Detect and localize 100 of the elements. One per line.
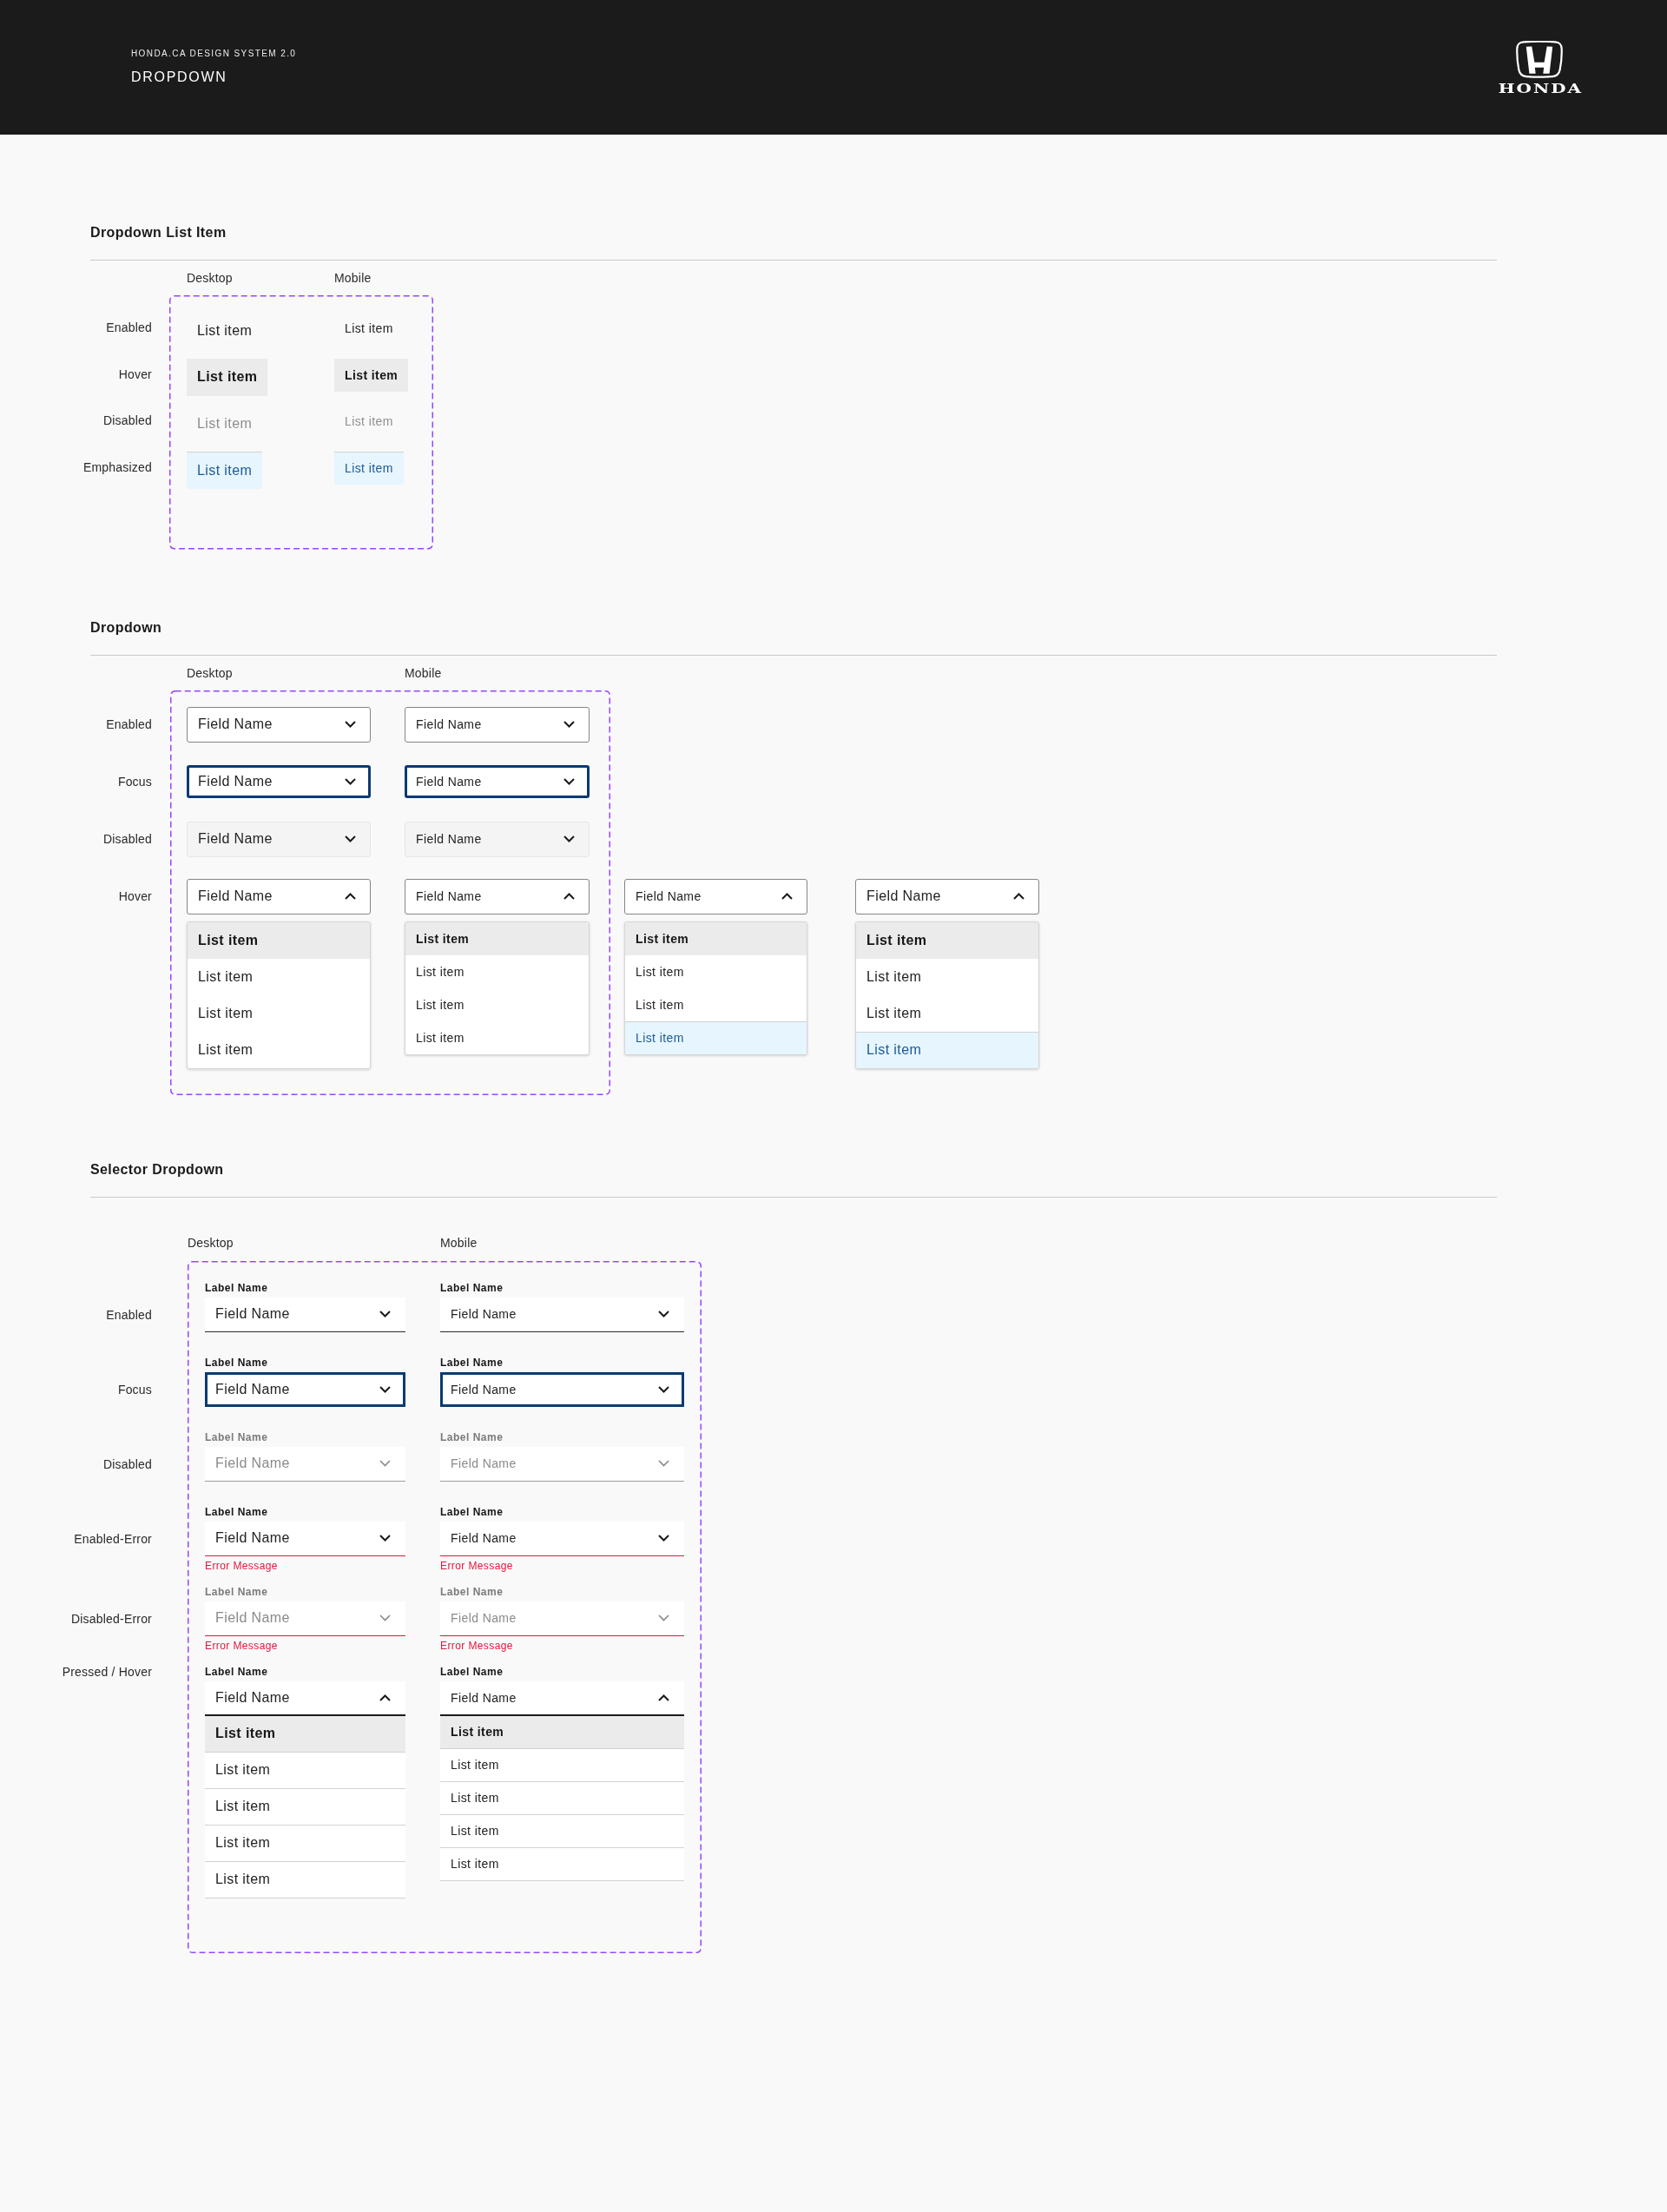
field-label: Label Name <box>440 1586 504 1598</box>
state-label: Enabled <box>106 1306 152 1323</box>
error-message: Error Message <box>205 1559 278 1572</box>
menu-option[interactable]: List item <box>205 1752 405 1789</box>
chevron-down-icon <box>658 1535 669 1542</box>
chevron-down-icon <box>563 835 575 842</box>
column-heading: Desktop <box>188 1234 234 1251</box>
list-item[interactable]: List item <box>334 451 404 485</box>
chevron-down-icon <box>379 1535 391 1542</box>
menu-option[interactable]: List item <box>188 921 370 959</box>
menu-option[interactable]: List item <box>188 958 370 995</box>
menu-option[interactable]: List item <box>856 958 1038 995</box>
dropdown-field[interactable]: Field Name <box>187 878 371 915</box>
chevron-up-icon <box>379 1694 391 1701</box>
menu-option[interactable]: List item <box>205 1788 405 1826</box>
selector-field[interactable]: Field Name <box>205 1521 405 1556</box>
selector-field[interactable]: Field Name <box>205 1371 405 1407</box>
state-label: Focus <box>117 1381 152 1397</box>
list-item[interactable]: List item <box>334 358 409 392</box>
dropdown-field[interactable]: Field Name <box>187 765 371 798</box>
field-label: Label Name <box>440 1666 504 1678</box>
chevron-up-icon <box>1013 893 1025 900</box>
section-title: Selector Dropdown <box>90 1160 224 1179</box>
field-label: Label Name <box>205 1666 268 1678</box>
menu-option[interactable]: List item <box>405 987 589 1021</box>
column-heading: Desktop <box>187 270 233 287</box>
menu-option[interactable]: List item <box>188 994 370 1032</box>
chevron-down-icon <box>379 1460 391 1467</box>
state-label: Emphasized <box>82 459 152 475</box>
list-item[interactable]: List item <box>187 451 263 489</box>
menu-option[interactable]: List item <box>405 954 589 988</box>
menu-option[interactable]: List item <box>188 1031 370 1068</box>
section-title: Dropdown List Item <box>90 224 227 241</box>
dropdown-field[interactable]: Field Name <box>405 878 590 915</box>
menu-option[interactable]: List item <box>440 1814 684 1848</box>
selector-field[interactable]: Field Name <box>205 1680 405 1716</box>
logo-wordmark: HONDA <box>1497 83 1583 95</box>
state-label: Enabled-Error <box>74 1530 152 1547</box>
selector-field[interactable]: Field Name <box>440 1371 684 1407</box>
column-heading: Desktop <box>187 664 233 682</box>
menu-option[interactable]: List item <box>856 994 1038 1032</box>
state-label: Enabled <box>106 716 152 732</box>
chevron-up-icon <box>658 1694 669 1701</box>
chevron-up-icon <box>345 893 356 900</box>
menu-option[interactable]: List item <box>856 921 1038 959</box>
field-label: Label Name <box>205 1282 268 1294</box>
error-message: Error Message <box>440 1639 513 1652</box>
error-message: Error Message <box>440 1559 513 1572</box>
column-heading: Mobile <box>405 664 442 682</box>
h-emblem-icon <box>1516 40 1563 78</box>
selector-field[interactable]: Field Name <box>205 1297 405 1332</box>
menu-option[interactable]: List item <box>440 1715 684 1749</box>
error-message: Error Message <box>205 1639 278 1652</box>
chevron-down-icon <box>658 1385 669 1393</box>
list-item[interactable]: List item <box>187 358 268 396</box>
state-label: Disabled-Error <box>70 1610 152 1627</box>
column-heading: Mobile <box>440 1234 478 1251</box>
state-label: Enabled <box>106 320 152 335</box>
menu-option[interactable]: List item <box>625 987 807 1021</box>
chevron-down-icon <box>345 778 356 785</box>
chevron-down-icon <box>658 1614 669 1621</box>
dropdown-field[interactable]: Field Name <box>624 878 807 915</box>
chevron-down-icon <box>658 1311 669 1317</box>
selector-field[interactable]: Field Name <box>440 1521 684 1556</box>
page-title: DROPDOWN <box>131 69 227 86</box>
menu-option[interactable]: List item <box>205 1715 405 1753</box>
selector-field[interactable]: Field Name <box>440 1680 684 1716</box>
menu-option[interactable]: List item <box>205 1861 405 1898</box>
menu-option[interactable]: List item <box>440 1748 684 1782</box>
menu-option[interactable]: List item <box>405 921 589 955</box>
list-item[interactable]: List item <box>334 312 404 345</box>
state-label: Disabled <box>102 831 152 847</box>
state-label: Disabled <box>102 1456 152 1472</box>
chevron-down-icon <box>379 1385 391 1393</box>
menu-option[interactable]: List item <box>440 1847 684 1881</box>
selector-field[interactable]: Field Name <box>440 1297 684 1332</box>
menu-option[interactable]: List item <box>625 1020 807 1054</box>
state-label: Hover <box>118 888 152 904</box>
chevron-down-icon <box>563 778 575 785</box>
dropdown-field[interactable]: Field Name <box>187 706 371 743</box>
menu-option[interactable]: List item <box>205 1825 405 1862</box>
field-label: Label Name <box>440 1357 504 1369</box>
chevron-up-icon <box>563 893 575 900</box>
field-label: Label Name <box>205 1506 268 1518</box>
dropdown-field[interactable]: Field Name <box>855 878 1039 915</box>
state-label: Hover <box>118 366 152 382</box>
field-label: Label Name <box>205 1357 268 1369</box>
dropdown-field[interactable]: Field Name <box>405 765 590 798</box>
chevron-up-icon <box>781 893 793 900</box>
state-label: Disabled <box>102 413 152 428</box>
menu-option[interactable]: List item <box>625 921 807 955</box>
menu-option[interactable]: List item <box>405 1020 589 1054</box>
dropdown-field[interactable]: Field Name <box>405 706 590 743</box>
menu-option[interactable]: List item <box>856 1031 1038 1068</box>
field-label: Label Name <box>440 1506 504 1518</box>
menu-option[interactable]: List item <box>440 1781 684 1815</box>
menu-option[interactable]: List item <box>625 954 807 988</box>
list-item[interactable]: List item <box>187 312 263 349</box>
chevron-down-icon <box>658 1460 669 1467</box>
field-label: Label Name <box>205 1586 268 1598</box>
